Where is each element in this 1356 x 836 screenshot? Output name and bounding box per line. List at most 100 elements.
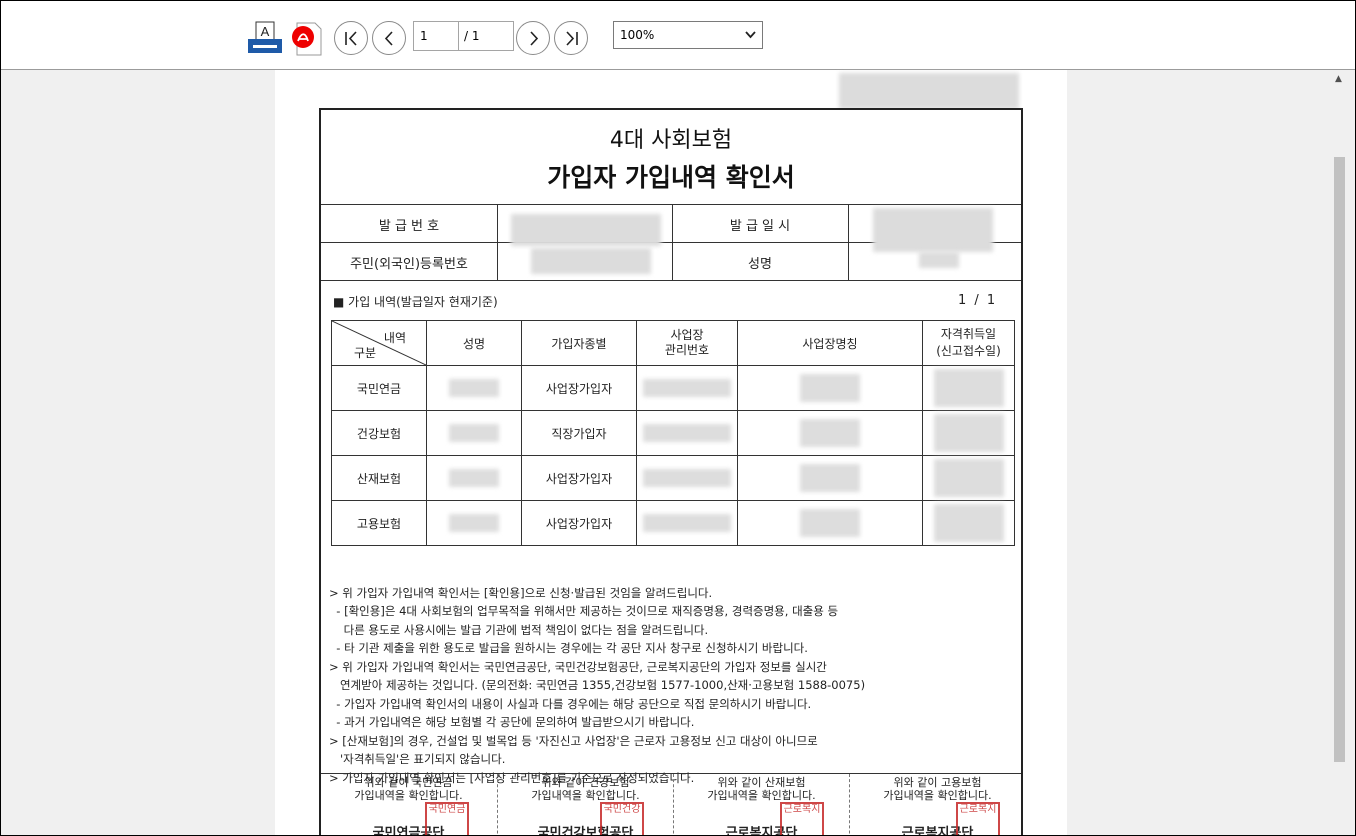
seal-stamp: 근로복지	[956, 802, 1000, 835]
table-header-row: 내역 구분 성명 가입자종별 사업장 관리번호 사업장명칭 자격취득일 (신고접…	[331, 320, 1015, 366]
divider	[321, 204, 1021, 205]
note-line: > [산재보험]의 경우, 건설업 및 벌목업 등 '자진신고 사업장'은 근로…	[329, 733, 818, 748]
stamp-block: 위와 같이 건강보험 가입내역을 확인합니다. 국민건강보험공단 국민건강	[497, 774, 673, 836]
divider	[497, 204, 498, 280]
issue-no-label: 발 급 번 호	[378, 219, 440, 234]
category-cell: 고용보험	[331, 500, 427, 546]
zoom-select[interactable]: 100%	[613, 21, 763, 49]
total-pages: / 1	[464, 29, 480, 43]
chevron-down-icon	[745, 31, 756, 39]
table-row: 건강보험 직장가입자	[331, 410, 1015, 456]
name-label: 성명	[748, 257, 772, 272]
redacted-cell	[922, 455, 1015, 501]
redacted-cell	[426, 455, 522, 501]
note-line: > 위 가입자 가입내역 확인서는 국민연금공단, 국민건강보험공단, 근로복지…	[329, 659, 827, 674]
page-indicator: 1 / 1	[958, 293, 998, 308]
viewer-window: A 1 / 1 100% ▲ 4대 사회보험 가입자 가입내역 확인서 발 급 …	[0, 0, 1356, 836]
redacted-cell	[636, 500, 738, 546]
redacted-barcode	[839, 73, 1019, 109]
redacted-cell	[737, 410, 923, 456]
table-row: 고용보험 사업장가입자	[331, 500, 1015, 546]
redacted-cell	[922, 500, 1015, 546]
seal-stamp: 국민건강	[600, 802, 644, 835]
next-page-button[interactable]	[516, 21, 550, 55]
note-line: - 가입자 가입내역 확인서의 내용이 사실과 다를 경우에는 해당 공단으로 …	[329, 696, 812, 711]
divider	[848, 204, 849, 280]
redacted-cell	[737, 455, 923, 501]
stamp-text: 위와 같이 산재보험 가입내역을 확인합니다.	[707, 776, 816, 802]
type-cell: 사업장가입자	[521, 500, 637, 546]
category-cell: 산재보험	[331, 455, 427, 501]
section-title: ■ 가입 내역(발급일자 현재기준)	[333, 295, 498, 309]
stamp-text: 위와 같이 국민연금 가입내역을 확인합니다.	[354, 776, 463, 802]
note-line: - 타 기관 제출을 위한 용도로 발급을 원하시는 경우에는 각 공단 지사 …	[329, 641, 808, 655]
note-line: '자격취득일'은 표기되지 않습니다.	[329, 752, 506, 766]
stamp-org: 국민연금공단	[372, 826, 445, 836]
title-line2: 가입자 가입내역 확인서	[547, 163, 795, 192]
redacted-cell	[737, 365, 923, 411]
redacted-cell	[636, 455, 738, 501]
type-cell: 직장가입자	[521, 410, 637, 456]
note-line: - 과거 가입내역은 해당 보험별 각 공단에 문의하여 발급받으시기 바랍니다…	[329, 715, 695, 729]
column-header: 사업장명칭	[737, 320, 923, 366]
category-cell: 국민연금	[331, 365, 427, 411]
prev-page-icon	[384, 31, 393, 46]
title-line1: 4대 사회보험	[609, 128, 733, 153]
current-page[interactable]: 1	[414, 22, 459, 50]
note-line: - [확인용]은 4대 사회보험의 업무목적을 위해서만 제공하는 것이므로 재…	[329, 604, 839, 618]
seal-stamp: 국민연금	[425, 802, 469, 835]
category-cell: 건강보험	[331, 410, 427, 456]
first-page-icon	[345, 31, 357, 46]
note-line: 연계받아 제공하는 것입니다. (문의전화: 국민연금 1355,건강보험 15…	[329, 678, 866, 692]
corner-cell: 내역 구분	[331, 320, 427, 366]
scroll-up-icon[interactable]: ▲	[1335, 74, 1342, 84]
redacted-issue-date	[873, 208, 993, 252]
table-row: 국민연금 사업장가입자	[331, 365, 1015, 411]
redacted-cell	[636, 410, 738, 456]
redacted-cell	[636, 365, 738, 411]
column-header: 성명	[426, 320, 522, 366]
reg-no-label: 주민(외국인)등록번호	[350, 257, 468, 272]
stamp-text: 위와 같이 건강보험 가입내역을 확인합니다.	[531, 776, 640, 802]
enrollment-table: 내역 구분 성명 가입자종별 사업장 관리번호 사업장명칭 자격취득일 (신고접…	[331, 320, 1015, 546]
corner-bottom: 구분	[354, 346, 377, 360]
page-number-input[interactable]: 1 / 1	[413, 21, 514, 51]
stamp-block: 위와 같이 고용보험 가입내역을 확인합니다. 근로복지공단 근로복지	[849, 774, 1025, 835]
redacted-issue-no	[511, 214, 661, 246]
corner-top: 내역	[383, 331, 406, 345]
redacted-cell	[737, 500, 923, 546]
last-page-button[interactable]	[554, 21, 588, 55]
zoom-value: 100%	[620, 28, 655, 42]
redacted-reg-no	[531, 248, 651, 274]
pdf-icon[interactable]	[289, 21, 323, 57]
stamp-text: 위와 같이 고용보험 가입내역을 확인합니다.	[883, 776, 992, 802]
certificate: 4대 사회보험 가입자 가입내역 확인서 발 급 번 호 발 급 일 시 주민(…	[319, 108, 1023, 836]
stamp-org: 국민건강보험공단	[537, 826, 634, 836]
toolbar: A 1 / 1 100%	[1, 1, 1355, 70]
redacted-cell	[426, 410, 522, 456]
svg-text:A: A	[261, 24, 270, 39]
last-page-icon	[566, 31, 578, 46]
issue-date-label: 발 급 일 시	[729, 219, 791, 234]
redacted-cell	[426, 500, 522, 546]
table-row: 산재보험 사업장가입자	[331, 455, 1015, 501]
redacted-cell	[922, 410, 1015, 456]
divider	[321, 280, 1021, 281]
prev-page-button[interactable]	[372, 21, 406, 55]
column-header: 가입자종별	[521, 320, 637, 366]
scroll-thumb[interactable]	[1334, 157, 1345, 762]
seal-stamp: 근로복지	[780, 802, 824, 835]
note-line: > 위 가입자 가입내역 확인서는 [확인용]으로 신청·발급된 것임을 알려드…	[329, 585, 713, 600]
stamp-block: 위와 같이 산재보험 가입내역을 확인합니다. 근로복지공단 근로복지	[673, 774, 849, 835]
vertical-scrollbar[interactable]: ▲	[1331, 70, 1348, 835]
type-cell: 사업장가입자	[521, 365, 637, 411]
column-header: 사업장 관리번호	[636, 320, 738, 366]
type-cell: 사업장가입자	[521, 455, 637, 501]
first-page-button[interactable]	[334, 21, 368, 55]
column-header: 자격취득일 (신고접수일)	[922, 320, 1015, 366]
next-page-icon	[530, 31, 539, 46]
stamp-block: 위와 같이 국민연금 가입내역을 확인합니다. 국민연금공단 국민연금	[321, 774, 496, 836]
redacted-name	[919, 252, 959, 268]
stamp-row: 위와 같이 국민연금 가입내역을 확인합니다. 국민연금공단 국민연금 위와 같…	[321, 773, 1021, 836]
print-text-icon[interactable]: A	[247, 21, 283, 57]
